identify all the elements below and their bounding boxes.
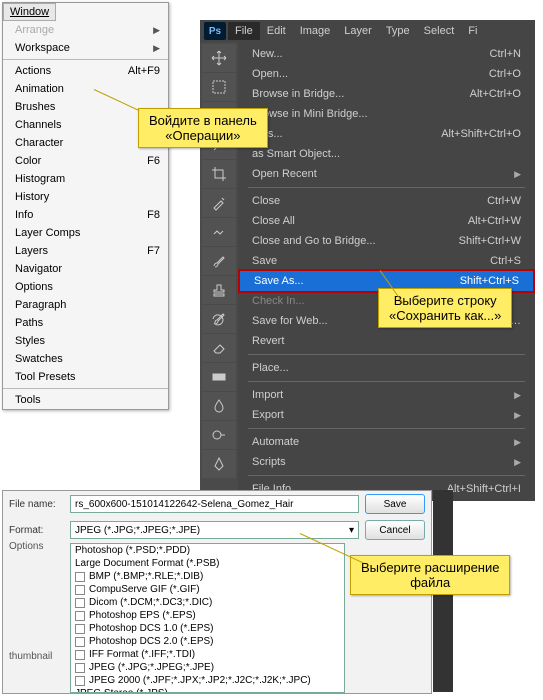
file-menu-item[interactable]: Place... — [238, 358, 535, 378]
window-menu-button[interactable]: Window — [3, 3, 56, 21]
file-menu-item[interactable]: CloseCtrl+W — [238, 191, 535, 211]
window-menu-item[interactable]: Layer Comps — [3, 224, 168, 242]
blur-tool-icon[interactable] — [202, 392, 236, 420]
ps-menubar-item[interactable]: Image — [293, 22, 338, 40]
thumbnail-label: thumbnail — [9, 651, 52, 662]
ps-logo-icon: Ps — [204, 22, 226, 40]
window-menu-item[interactable]: Histogram — [3, 170, 168, 188]
format-list-item[interactable]: Photoshop (*.PSD;*.PDD) — [71, 544, 344, 557]
ps-menubar-item[interactable]: Layer — [337, 22, 379, 40]
window-menu-item[interactable]: Animation — [3, 80, 168, 98]
file-menu-item[interactable]: Scripts▶ — [238, 452, 535, 472]
file-menu-item[interactable]: Open...Ctrl+O — [238, 64, 535, 84]
window-menu-item[interactable]: Navigator — [3, 260, 168, 278]
format-combo[interactable]: JPEG (*.JPG;*.JPEG;*.JPE) ▾ — [70, 521, 359, 539]
format-dropdown-list[interactable]: Photoshop (*.PSD;*.PDD)Large Document Fo… — [70, 543, 345, 693]
save-button[interactable]: Save — [365, 494, 425, 514]
stamp-tool-icon[interactable] — [202, 276, 236, 304]
file-menu-item[interactable]: as Smart Object... — [238, 144, 535, 164]
file-name-input[interactable] — [70, 495, 359, 513]
window-menu-item[interactable]: Paragraph — [3, 296, 168, 314]
window-menu-item[interactable]: Paths — [3, 314, 168, 332]
window-menu-item[interactable]: History — [3, 188, 168, 206]
ps-menubar-item[interactable]: Fi — [461, 22, 484, 40]
eyedropper-tool-icon[interactable] — [202, 189, 236, 217]
format-value: JPEG (*.JPG;*.JPEG;*.JPE) — [75, 525, 200, 536]
file-menu-item[interactable]: Revert — [238, 331, 535, 351]
gradient-tool-icon[interactable] — [202, 363, 236, 391]
brush-tool-icon[interactable] — [202, 247, 236, 275]
file-menu-item[interactable]: Open Recent▶ — [238, 164, 535, 184]
file-menu-item[interactable]: Import▶ — [238, 385, 535, 405]
format-list-item[interactable]: JPEG Stereo (*.JPS) — [71, 687, 344, 693]
photoshop-window: Ps FileEditImageLayerTypeSelectFi New...… — [200, 20, 535, 501]
ps-menubar-item[interactable]: Select — [417, 22, 462, 40]
ps-menubar-item[interactable]: Type — [379, 22, 417, 40]
history-brush-tool-icon[interactable] — [202, 305, 236, 333]
window-menu-item[interactable]: ActionsAlt+F9 — [3, 62, 168, 80]
window-menu-item[interactable]: Options — [3, 278, 168, 296]
format-list-item[interactable]: Photoshop DCS 1.0 (*.EPS) — [71, 622, 344, 635]
marquee-tool-icon[interactable] — [202, 73, 236, 101]
file-menu-item[interactable]: Close AllAlt+Ctrl+W — [238, 211, 535, 231]
window-menu-item[interactable]: Tools — [3, 391, 168, 409]
window-menu-item[interactable]: ColorF6 — [3, 152, 168, 170]
move-tool-icon[interactable] — [202, 44, 236, 72]
ps-menubar-item[interactable]: File — [228, 22, 260, 40]
file-menu-item[interactable]: Automate▶ — [238, 432, 535, 452]
window-menu-item[interactable]: InfoF8 — [3, 206, 168, 224]
format-list-item[interactable]: Dicom (*.DCM;*.DC3;*.DIC) — [71, 596, 344, 609]
callout-actions: Войдите в панель«Операции» — [138, 108, 268, 148]
file-menu-dropdown: New...Ctrl+NOpen...Ctrl+OBrowse in Bridg… — [238, 42, 535, 501]
file-menu-item[interactable]: Browse in Bridge...Alt+Ctrl+O — [238, 84, 535, 104]
format-list-item[interactable]: JPEG 2000 (*.JPF;*.JPX;*.JP2;*.J2C;*.J2K… — [71, 674, 344, 687]
crop-tool-icon[interactable] — [202, 160, 236, 188]
file-menu-item[interactable]: SaveCtrl+S — [238, 251, 535, 271]
window-menu-item[interactable]: Styles — [3, 332, 168, 350]
ps-menubar-item[interactable]: Edit — [260, 22, 293, 40]
file-menu-item[interactable]: New...Ctrl+N — [238, 44, 535, 64]
format-list-item[interactable]: Large Document Format (*.PSB) — [71, 557, 344, 570]
file-menu-item[interactable]: Export▶ — [238, 405, 535, 425]
file-name-label: File name: — [9, 499, 64, 510]
window-menu-item[interactable]: Tool Presets — [3, 368, 168, 386]
format-list-item[interactable]: JPEG (*.JPG;*.JPEG;*.JPE) — [71, 661, 344, 674]
format-label: Format: — [9, 525, 64, 536]
ps-menubar: Ps FileEditImageLayerTypeSelectFi — [200, 20, 535, 42]
window-menu-item[interactable]: LayersF7 — [3, 242, 168, 260]
callout-saveas: Выберите строку«Сохранить как...» — [378, 288, 512, 328]
format-list-item[interactable]: Photoshop DCS 2.0 (*.EPS) — [71, 635, 344, 648]
file-menu-item[interactable]: Close and Go to Bridge...Shift+Ctrl+W — [238, 231, 535, 251]
format-list-item[interactable]: IFF Format (*.IFF;*.TDI) — [71, 648, 344, 661]
window-menu-item[interactable]: Swatches — [3, 350, 168, 368]
window-menu-panel: Window Arrange▶Workspace▶ ActionsAlt+F9An… — [2, 2, 169, 410]
eraser-tool-icon[interactable] — [202, 334, 236, 362]
callout-format: Выберите расширениефайла — [350, 555, 510, 595]
window-menu-item: Arrange▶ — [3, 21, 168, 39]
dodge-tool-icon[interactable] — [202, 421, 236, 449]
chevron-down-icon: ▾ — [349, 525, 354, 536]
cancel-button[interactable]: Cancel — [365, 520, 425, 540]
window-menu-item[interactable]: Workspace▶ — [3, 39, 168, 57]
heal-tool-icon[interactable] — [202, 218, 236, 246]
format-list-item[interactable]: BMP (*.BMP;*.RLE;*.DIB) — [71, 570, 344, 583]
format-list-item[interactable]: Photoshop EPS (*.EPS) — [71, 609, 344, 622]
pen-tool-icon[interactable] — [202, 450, 236, 478]
format-list-item[interactable]: CompuServe GIF (*.GIF) — [71, 583, 344, 596]
options-label: Options — [9, 541, 43, 552]
file-menu-item[interactable]: Browse in Mini Bridge... — [238, 104, 535, 124]
file-menu-item[interactable]: n As...Alt+Shift+Ctrl+O — [238, 124, 535, 144]
